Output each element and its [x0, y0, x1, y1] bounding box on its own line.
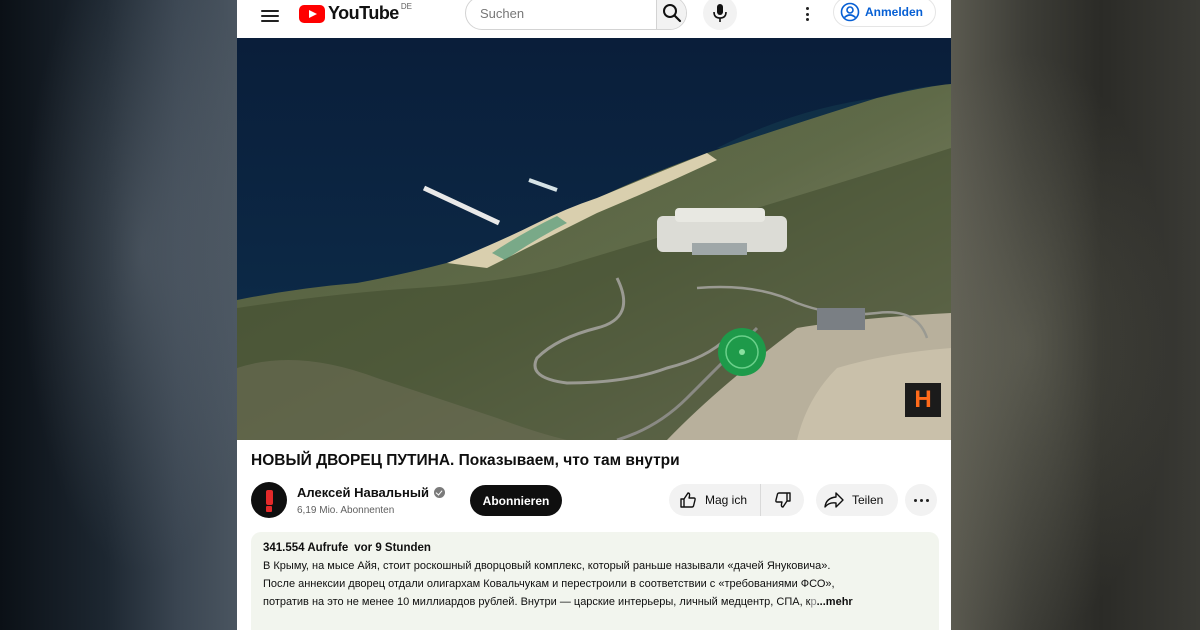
top-bar: YouTube DE Suchen Anmelden — [237, 0, 951, 38]
share-arrow-icon — [824, 492, 844, 508]
description-line-1: В Крыму, на мысе Айя, стоит роскошный дв… — [263, 560, 831, 572]
video-player[interactable]: H — [237, 38, 951, 440]
country-code: DE — [400, 2, 412, 11]
blurred-background-right — [951, 0, 1200, 630]
blurred-background-left — [0, 0, 237, 630]
view-count: 341.554 Aufrufe — [263, 542, 349, 554]
youtube-logo-text: YouTube — [328, 3, 399, 23]
search-box — [465, 0, 687, 30]
upload-age: vor 9 Stunden — [354, 542, 431, 554]
hamburger-menu-icon[interactable] — [261, 7, 279, 25]
youtube-page: YouTube DE Suchen Anmelden H НОВЫЙ ДВОРЕ… — [237, 0, 951, 630]
more-actions-button[interactable] — [905, 484, 937, 516]
search-input[interactable] — [466, 0, 656, 29]
description-line-3-text: потратив на это не менее 10 миллиардов р… — [263, 596, 811, 608]
channel-name-text: Алексей Навальный — [297, 485, 429, 500]
like-dislike-group: Mag ich — [669, 484, 804, 516]
share-button[interactable]: Teilen — [816, 484, 898, 516]
search-button[interactable] — [656, 0, 686, 29]
microphone-icon — [713, 4, 727, 22]
like-label: Mag ich — [705, 493, 748, 507]
video-title: НОВЫЙ ДВОРЕЦ ПУТИНА. Показываем, что там… — [251, 452, 680, 469]
thumbs-down-icon — [774, 492, 791, 508]
voice-search-button[interactable] — [703, 0, 737, 30]
dislike-button[interactable] — [761, 484, 804, 516]
verified-check-icon — [433, 487, 445, 498]
watermark-letter: H — [914, 386, 932, 413]
subscriber-count: 6,19 Mio. Abonnenten — [297, 505, 395, 516]
avatar-exclamation-mark — [265, 489, 273, 505]
channel-avatar[interactable] — [251, 482, 287, 518]
video-frame-aerial-coastline — [237, 38, 951, 440]
thumbs-up-icon — [680, 492, 696, 508]
channel-name[interactable]: Алексей Навальный — [297, 485, 445, 500]
description-line-3: потратив на это не менее 10 миллиардов р… — [263, 595, 927, 609]
youtube-play-icon — [299, 4, 325, 23]
description-box[interactable]: 341.554 Aufrufe vor 9 Stunden В Крыму, на… — [251, 532, 939, 630]
settings-more-icon[interactable] — [802, 5, 812, 23]
like-button[interactable]: Mag ich — [669, 484, 761, 516]
subscribe-button[interactable]: Abonnieren — [470, 485, 562, 516]
search-icon — [662, 4, 681, 23]
video-stats: 341.554 Aufrufe vor 9 Stunden — [263, 542, 927, 554]
youtube-logo[interactable]: YouTube DE — [299, 2, 412, 24]
description-line-2: После аннексии дворец отдали олигархам К… — [263, 578, 835, 590]
share-label: Teilen — [852, 493, 884, 507]
show-more-link[interactable]: ...mehr — [817, 596, 853, 608]
channel-watermark-logo: H — [905, 383, 941, 417]
signin-label: Anmelden — [865, 5, 924, 19]
account-icon — [840, 2, 860, 22]
avatar-exclamation-dot — [266, 506, 272, 512]
signin-button[interactable]: Anmelden — [833, 0, 937, 27]
